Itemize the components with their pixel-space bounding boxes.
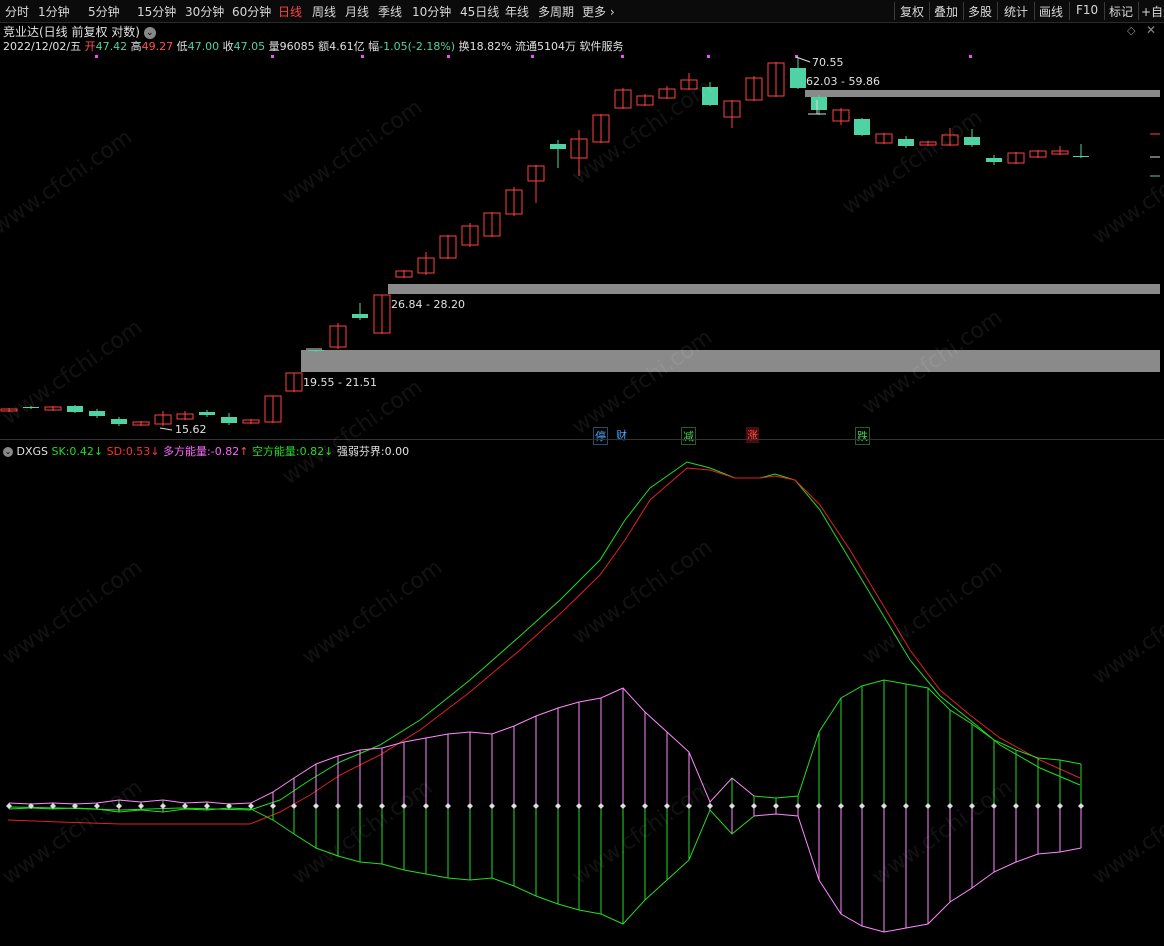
candle-body (199, 412, 215, 415)
candle-body (67, 406, 83, 412)
baseline-diamond (642, 803, 648, 809)
baseline-diamond (6, 803, 12, 809)
signal-dot (361, 55, 364, 58)
candle-body (986, 158, 1002, 162)
baseline-diamond (1013, 803, 1019, 809)
candle-body (702, 87, 718, 105)
baseline-diamond (270, 803, 276, 809)
signal-dot (707, 55, 710, 58)
candle-body (89, 411, 105, 416)
candle-body (1073, 156, 1089, 157)
candle-body (790, 68, 806, 88)
baseline-diamond (576, 803, 582, 809)
min-marker-arrow (159, 427, 173, 431)
baseline-diamond (116, 803, 122, 809)
candle-body (352, 314, 368, 318)
baseline-diamond (1078, 803, 1084, 809)
long-energy-envelope (753, 813, 1082, 933)
baseline-diamond (335, 803, 341, 809)
sd-line (7, 467, 1081, 825)
baseline-diamond (707, 803, 713, 809)
baseline-diamond (598, 803, 604, 809)
candle-body (854, 119, 870, 135)
baseline-diamond (248, 803, 254, 809)
baseline-diamond (533, 803, 539, 809)
baseline-diamond (816, 803, 822, 809)
candle-body (811, 97, 827, 110)
candle-body (111, 419, 127, 424)
baseline-diamond (947, 803, 953, 809)
signal-dot (447, 55, 450, 58)
baseline-diamond (138, 803, 144, 809)
baseline-diamond (1057, 803, 1063, 809)
baseline-diamond (620, 803, 626, 809)
baseline-diamond (969, 803, 975, 809)
candle-body (898, 139, 914, 146)
baseline-diamond (204, 803, 210, 809)
candle-body (308, 350, 324, 351)
baseline-diamond (94, 803, 100, 809)
baseline-diamond (751, 803, 757, 809)
baseline-diamond (313, 803, 319, 809)
candle-body (221, 417, 237, 423)
signal-dot (969, 55, 972, 58)
candle-body (23, 407, 39, 408)
baseline-diamond (1035, 803, 1041, 809)
baseline-diamond (664, 803, 670, 809)
short-energy-envelope (753, 679, 1082, 799)
baseline-diamond (467, 803, 473, 809)
baseline-diamond (511, 803, 517, 809)
signal-dot (531, 55, 534, 58)
baseline-diamond (489, 803, 495, 809)
chart-canvas[interactable] (0, 0, 1164, 946)
signal-dot (621, 55, 624, 58)
signal-dot (95, 55, 98, 58)
baseline-diamond (773, 803, 779, 809)
baseline-diamond (357, 803, 363, 809)
baseline-diamond (795, 803, 801, 809)
baseline-diamond (686, 803, 692, 809)
baseline-diamond (291, 803, 297, 809)
baseline-diamond (423, 803, 429, 809)
baseline-diamond (881, 803, 887, 809)
baseline-diamond (729, 803, 735, 809)
baseline-diamond (925, 803, 931, 809)
candle-body (964, 137, 980, 145)
baseline-diamond (401, 803, 407, 809)
baseline-diamond (838, 803, 844, 809)
sk-line (7, 461, 1081, 811)
baseline-diamond (991, 803, 997, 809)
candle-body (550, 144, 566, 149)
baseline-diamond (555, 803, 561, 809)
baseline-diamond (859, 803, 865, 809)
signal-dot (271, 55, 274, 58)
baseline-diamond (445, 803, 451, 809)
baseline-diamond (903, 803, 909, 809)
baseline-diamond (379, 803, 385, 809)
